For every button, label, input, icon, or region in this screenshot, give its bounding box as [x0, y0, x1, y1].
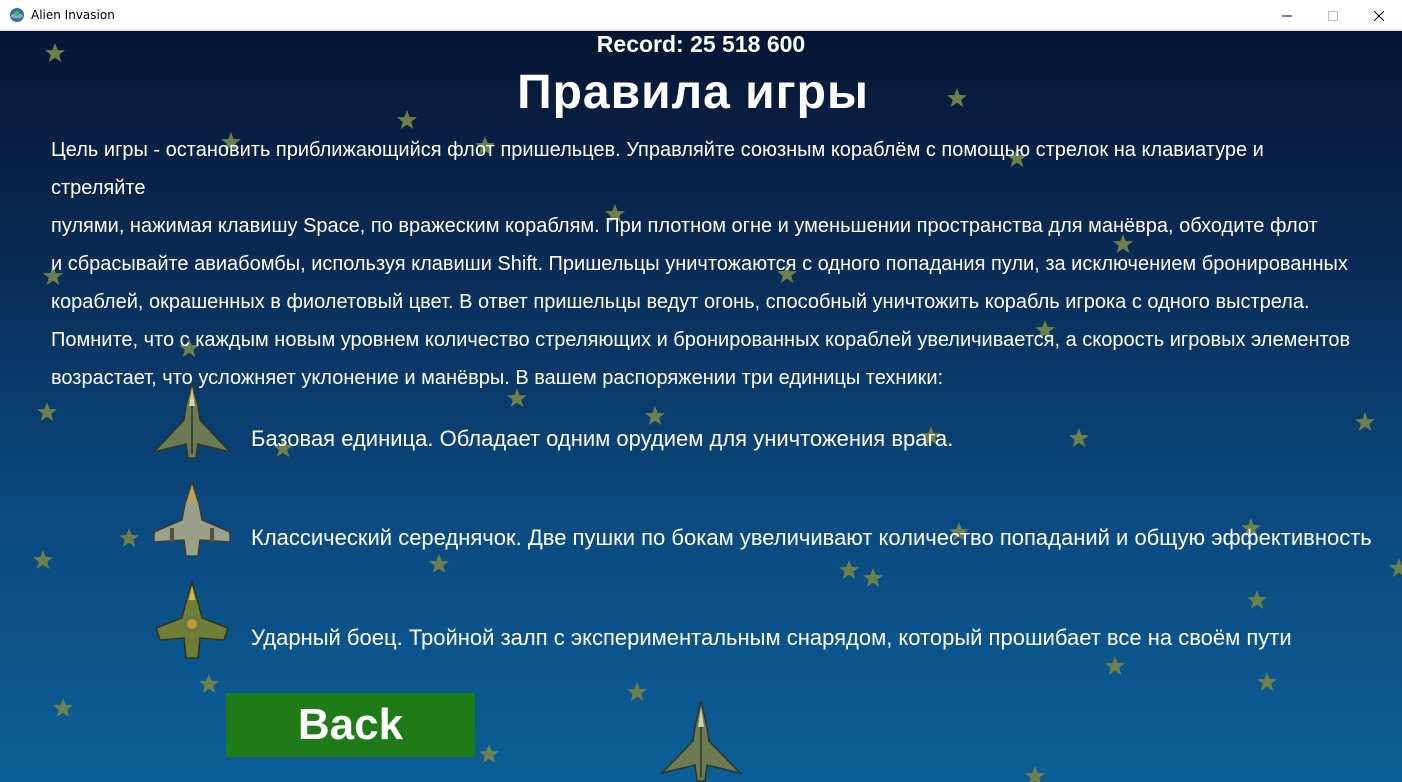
star-icon: [198, 673, 220, 695]
window-title: Alien Invasion: [31, 8, 115, 22]
star-icon: [626, 681, 648, 703]
rules-line: кораблей, окрашенных в фиолетовый цвет. …: [51, 291, 1310, 313]
back-button[interactable]: Back: [226, 693, 475, 757]
rules-text: Цель игры - остановить приближающийся фл…: [51, 131, 1361, 397]
close-icon: [1374, 10, 1384, 21]
star-icon: [1256, 671, 1278, 693]
unit-basic: Базовая единица. Обладает одним орудием …: [0, 376, 1402, 466]
unit-description: Классический середнячок. Две пушки по бо…: [251, 525, 1372, 550]
unit-description: Базовая единица. Обладает одним орудием …: [251, 426, 954, 451]
rules-line: и сбрасывайте авиабомбы, используя клави…: [51, 253, 1348, 275]
player-ship-icon: [660, 700, 742, 782]
star-icon: [1024, 765, 1046, 782]
title-bar: Alien Invasion: [0, 0, 1402, 31]
minimize-button[interactable]: [1264, 0, 1310, 31]
star-icon: [478, 743, 500, 765]
close-button[interactable]: [1356, 0, 1402, 31]
rules-heading: Правила игры: [517, 66, 869, 119]
unit-classic: Классический середнячок. Две пушки по бо…: [0, 476, 1402, 566]
star-icon: [52, 697, 74, 719]
rules-line: пулями, нажимая клавишу Space, по вражес…: [51, 215, 1318, 237]
unit-description: Ударный боец. Тройной залп с эксперимент…: [251, 625, 1292, 650]
record-score: Record: 25 518 600: [596, 31, 806, 57]
rules-line: Помните, что с каждым новым уровнем коли…: [51, 329, 1351, 351]
minimize-icon: [1282, 15, 1292, 16]
maximize-button[interactable]: [1310, 0, 1356, 31]
maximize-icon: [1328, 10, 1338, 21]
rules-line: Цель игры - остановить приближающийся фл…: [51, 139, 1264, 199]
alien-ufo-icon: [9, 7, 25, 23]
fighter-jet-basic-icon: [152, 381, 232, 459]
fighter-jet-strike-icon: [155, 580, 229, 659]
fighter-jet-classic-icon: [153, 480, 231, 557]
game-canvas: Record: 25 518 600 Правила игры Цель игр…: [0, 31, 1402, 782]
unit-strike: Ударный боец. Тройной залп с эксперимент…: [0, 576, 1402, 666]
game-window: Alien Invasion Record: 25 518 600 Правил…: [0, 0, 1402, 782]
